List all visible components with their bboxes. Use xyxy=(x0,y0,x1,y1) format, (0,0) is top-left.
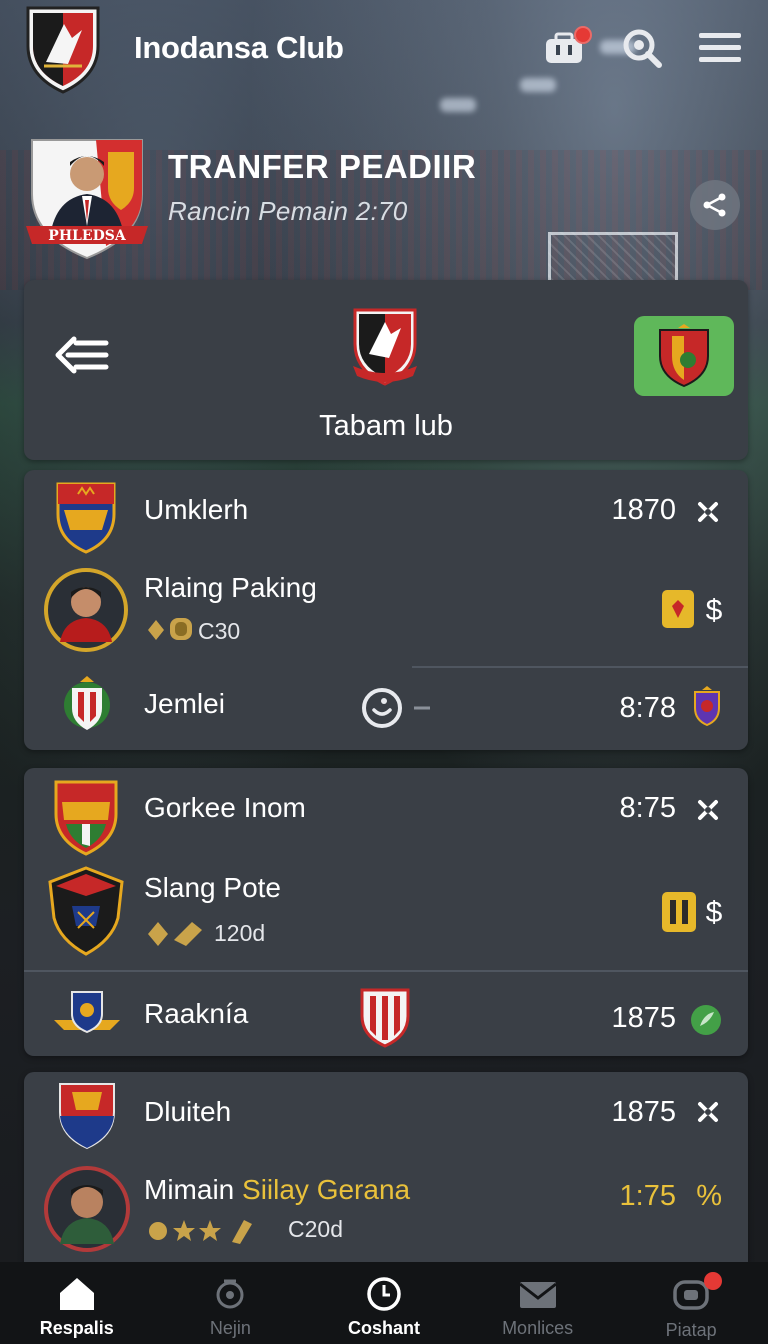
nav-label: Piatap xyxy=(665,1320,717,1340)
player-stat: 120d xyxy=(214,920,266,946)
trophy-icons xyxy=(148,922,202,946)
dollar-icon[interactable]: $ xyxy=(702,594,726,626)
floodlight xyxy=(440,98,476,112)
club-selector-card: Tabam lub xyxy=(24,280,748,460)
player-value: 1875 xyxy=(611,1096,676,1128)
team-crest-icon xyxy=(59,1083,115,1150)
top-bar: Inodansa Club xyxy=(0,0,768,96)
search-icon xyxy=(623,29,662,68)
player-name: Gorkee Inom xyxy=(144,792,306,823)
menu-button[interactable] xyxy=(696,24,744,72)
club-switch-button[interactable] xyxy=(634,316,734,396)
home-icon xyxy=(59,1278,94,1310)
team-crest-icon xyxy=(54,780,118,856)
player-value: 1:75 xyxy=(619,1180,676,1212)
nav-label: Coshant xyxy=(347,1318,420,1338)
banner-subtitle: Rancin Pemain 2:70 xyxy=(168,196,408,226)
club-logo[interactable] xyxy=(24,2,102,94)
player-group-card: Gorkee Inom 8:75 Slang Pote 120d $ Raakn… xyxy=(24,768,748,1056)
player-name: Raaknía xyxy=(144,998,249,1029)
close-x-icon[interactable] xyxy=(696,500,720,524)
app-title: Inodansa Club xyxy=(134,30,344,65)
shop-button[interactable] xyxy=(540,24,592,72)
player-value: 1870 xyxy=(611,494,676,526)
player-name: Dluiteh xyxy=(144,1096,232,1127)
card-icon xyxy=(662,892,696,932)
svg-text:$: $ xyxy=(706,896,723,928)
transfer-banner: PHLEDSA TRANFER PEADIIR Rancin Pemain 2:… xyxy=(26,132,746,262)
player-avatar xyxy=(44,1166,130,1252)
nav-monlices[interactable]: Monlices xyxy=(461,1262,615,1344)
team-crest-icon xyxy=(64,676,110,730)
player-name: Jemlei xyxy=(144,688,225,719)
nav-nejin[interactable]: Nejin xyxy=(154,1262,308,1344)
list-item[interactable]: Umklerh 1870 xyxy=(24,470,748,554)
list-item[interactable]: Raaknía 1875 xyxy=(24,972,748,1056)
trophy-icons xyxy=(148,618,192,640)
player-name: Umklerh xyxy=(144,494,249,525)
nav-label: Monlices xyxy=(502,1318,574,1338)
team-crest-icon xyxy=(56,482,116,554)
player-name: Mimain Siilay Gerana xyxy=(144,1174,411,1205)
rating-stars xyxy=(149,1220,252,1244)
clock-icon xyxy=(367,1277,401,1311)
player-stat: C20d xyxy=(288,1216,343,1242)
player-avatar xyxy=(44,568,128,652)
crest-ribbon: PHLEDSA xyxy=(48,228,127,244)
svg-text:PHLEDSA: PHLEDSA xyxy=(48,228,127,244)
player-name-highlight: Siilay Gerana xyxy=(242,1174,411,1205)
share-button[interactable] xyxy=(690,180,740,230)
svg-text:$: $ xyxy=(706,594,723,626)
player-value: 8:75 xyxy=(619,792,676,824)
nav-respalis[interactable]: Respalis xyxy=(0,1262,154,1344)
list-item[interactable]: Rlaing Paking C30 $ xyxy=(24,554,748,666)
close-x-icon[interactable] xyxy=(696,798,720,822)
dollar-icon[interactable]: $ xyxy=(702,896,726,928)
player-group-card: Dluiteh 1875 Mimain Siilay Gerana C20d 1… xyxy=(24,1072,748,1272)
club-crest xyxy=(353,308,417,386)
list-item[interactable]: Slang Pote 120d $ xyxy=(24,852,748,970)
notification-dot xyxy=(704,1272,723,1290)
hamburger-menu-icon xyxy=(699,33,741,62)
banner-title: TRANFER PEADIIR xyxy=(168,148,477,185)
camera-icon xyxy=(216,1279,244,1309)
notification-dot xyxy=(574,26,592,44)
player-stat: C30 xyxy=(198,618,241,644)
mail-icon xyxy=(518,1282,557,1308)
bottom-nav: Respalis Nejin Coshant Monlices Piatap xyxy=(0,1262,768,1344)
back-arrow-icon[interactable] xyxy=(54,335,110,375)
nav-label: Nejin xyxy=(209,1318,251,1338)
club-name: Tabam lub xyxy=(319,410,453,442)
nav-piatap[interactable]: Piatap xyxy=(614,1262,768,1344)
player-name: Rlaing Paking xyxy=(144,572,317,603)
card-icon xyxy=(662,590,694,628)
club-badge-icon xyxy=(659,324,709,388)
close-x-icon[interactable] xyxy=(696,1100,720,1124)
percent-indicator: % xyxy=(696,1180,722,1212)
team-crest-icon xyxy=(360,988,410,1048)
shield-icon xyxy=(694,686,720,726)
nav-coshant[interactable]: Coshant xyxy=(307,1262,461,1344)
player-value: 1875 xyxy=(611,1002,676,1034)
nav-label: Respalis xyxy=(39,1318,114,1338)
search-button[interactable] xyxy=(618,24,666,72)
list-item[interactable]: Jemlei 8:78 xyxy=(24,668,748,748)
player-name: Slang Pote xyxy=(144,872,281,903)
list-item[interactable]: Gorkee Inom 8:75 xyxy=(24,768,748,856)
player-group-card: Umklerh 1870 Rlaing Paking C30 $ Jemlei … xyxy=(24,470,748,750)
share-icon xyxy=(703,193,726,217)
team-crest-icon xyxy=(48,866,124,956)
team-crest-icon xyxy=(54,991,120,1034)
smile-toggle-icon[interactable] xyxy=(360,686,434,730)
leaf-icon xyxy=(691,1005,721,1035)
player-value: 8:78 xyxy=(619,692,676,724)
list-item[interactable]: Mimain Siilay Gerana C20d 1:75 % xyxy=(24,1152,748,1262)
list-item[interactable]: Dluiteh 1875 xyxy=(24,1072,748,1152)
